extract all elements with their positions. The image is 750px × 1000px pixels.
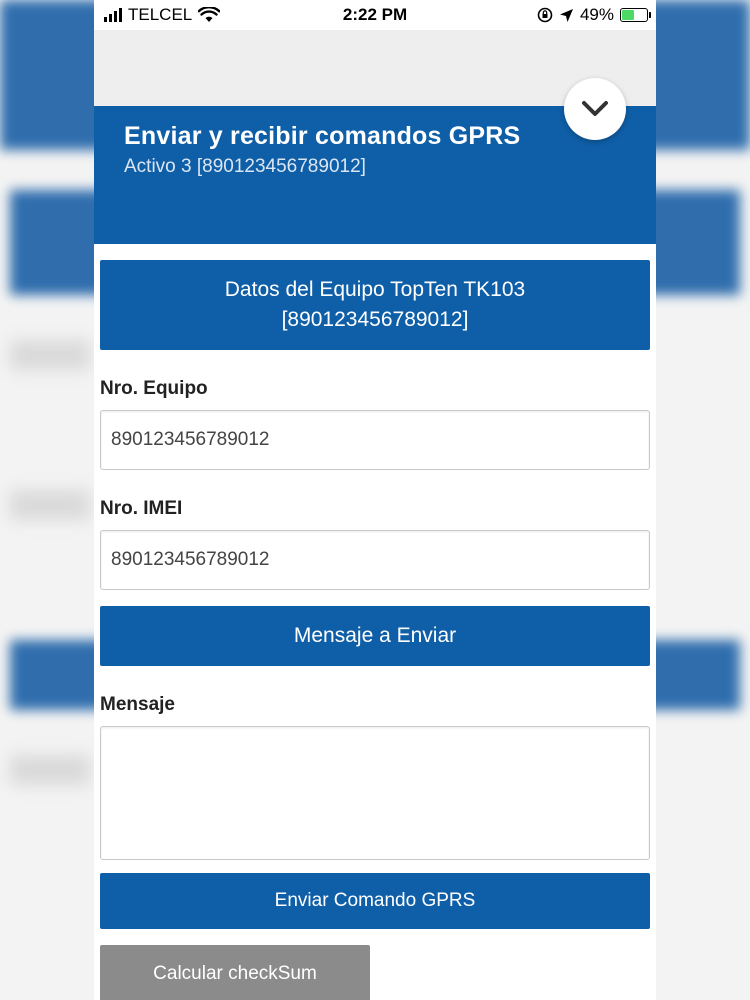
message-section-header: Mensaje a Enviar (100, 606, 650, 666)
carrier-name: TELCEL (128, 5, 193, 24)
message-textarea[interactable] (100, 726, 650, 860)
chevron-down-icon (582, 101, 608, 116)
equipo-label: Nro. Equipo (100, 378, 208, 399)
device-model: Datos del Equipo TopTen TK103 (224, 278, 526, 301)
wifi-icon (198, 7, 221, 22)
modal-content: Datos del Equipo TopTen TK103 [890123456… (94, 244, 656, 1000)
rotation-lock-icon (537, 7, 553, 23)
imei-input[interactable] (100, 530, 650, 590)
location-icon (559, 8, 573, 22)
send-gprs-command-button[interactable]: Enviar Comando GPRS (100, 873, 650, 929)
calculate-checksum-button[interactable]: Calcular checkSum (100, 945, 370, 1000)
battery-icon (620, 8, 651, 22)
device-id: [890123456789012] (281, 308, 469, 331)
signal-icon (104, 8, 122, 22)
gprs-modal: Enviar y recibir comandos GPRS Activo 3 … (94, 30, 656, 1000)
clock-time: 2:22 PM (342, 5, 408, 24)
battery-percent: 49% (579, 5, 614, 24)
imei-label: Nro. IMEI (100, 498, 183, 519)
modal-subtitle: Activo 3 [890123456789012] (124, 156, 366, 177)
modal-title: Enviar y recibir comandos GPRS (124, 122, 521, 150)
modal-header: Enviar y recibir comandos GPRS Activo 3 … (94, 78, 656, 244)
message-label: Mensaje (100, 694, 175, 715)
equipo-input[interactable] (100, 410, 650, 470)
collapse-button[interactable] (564, 78, 626, 140)
device-info-header: Datos del Equipo TopTen TK103 [890123456… (100, 260, 650, 350)
status-bar: TELCEL 2:22 PM 49% (94, 0, 656, 30)
